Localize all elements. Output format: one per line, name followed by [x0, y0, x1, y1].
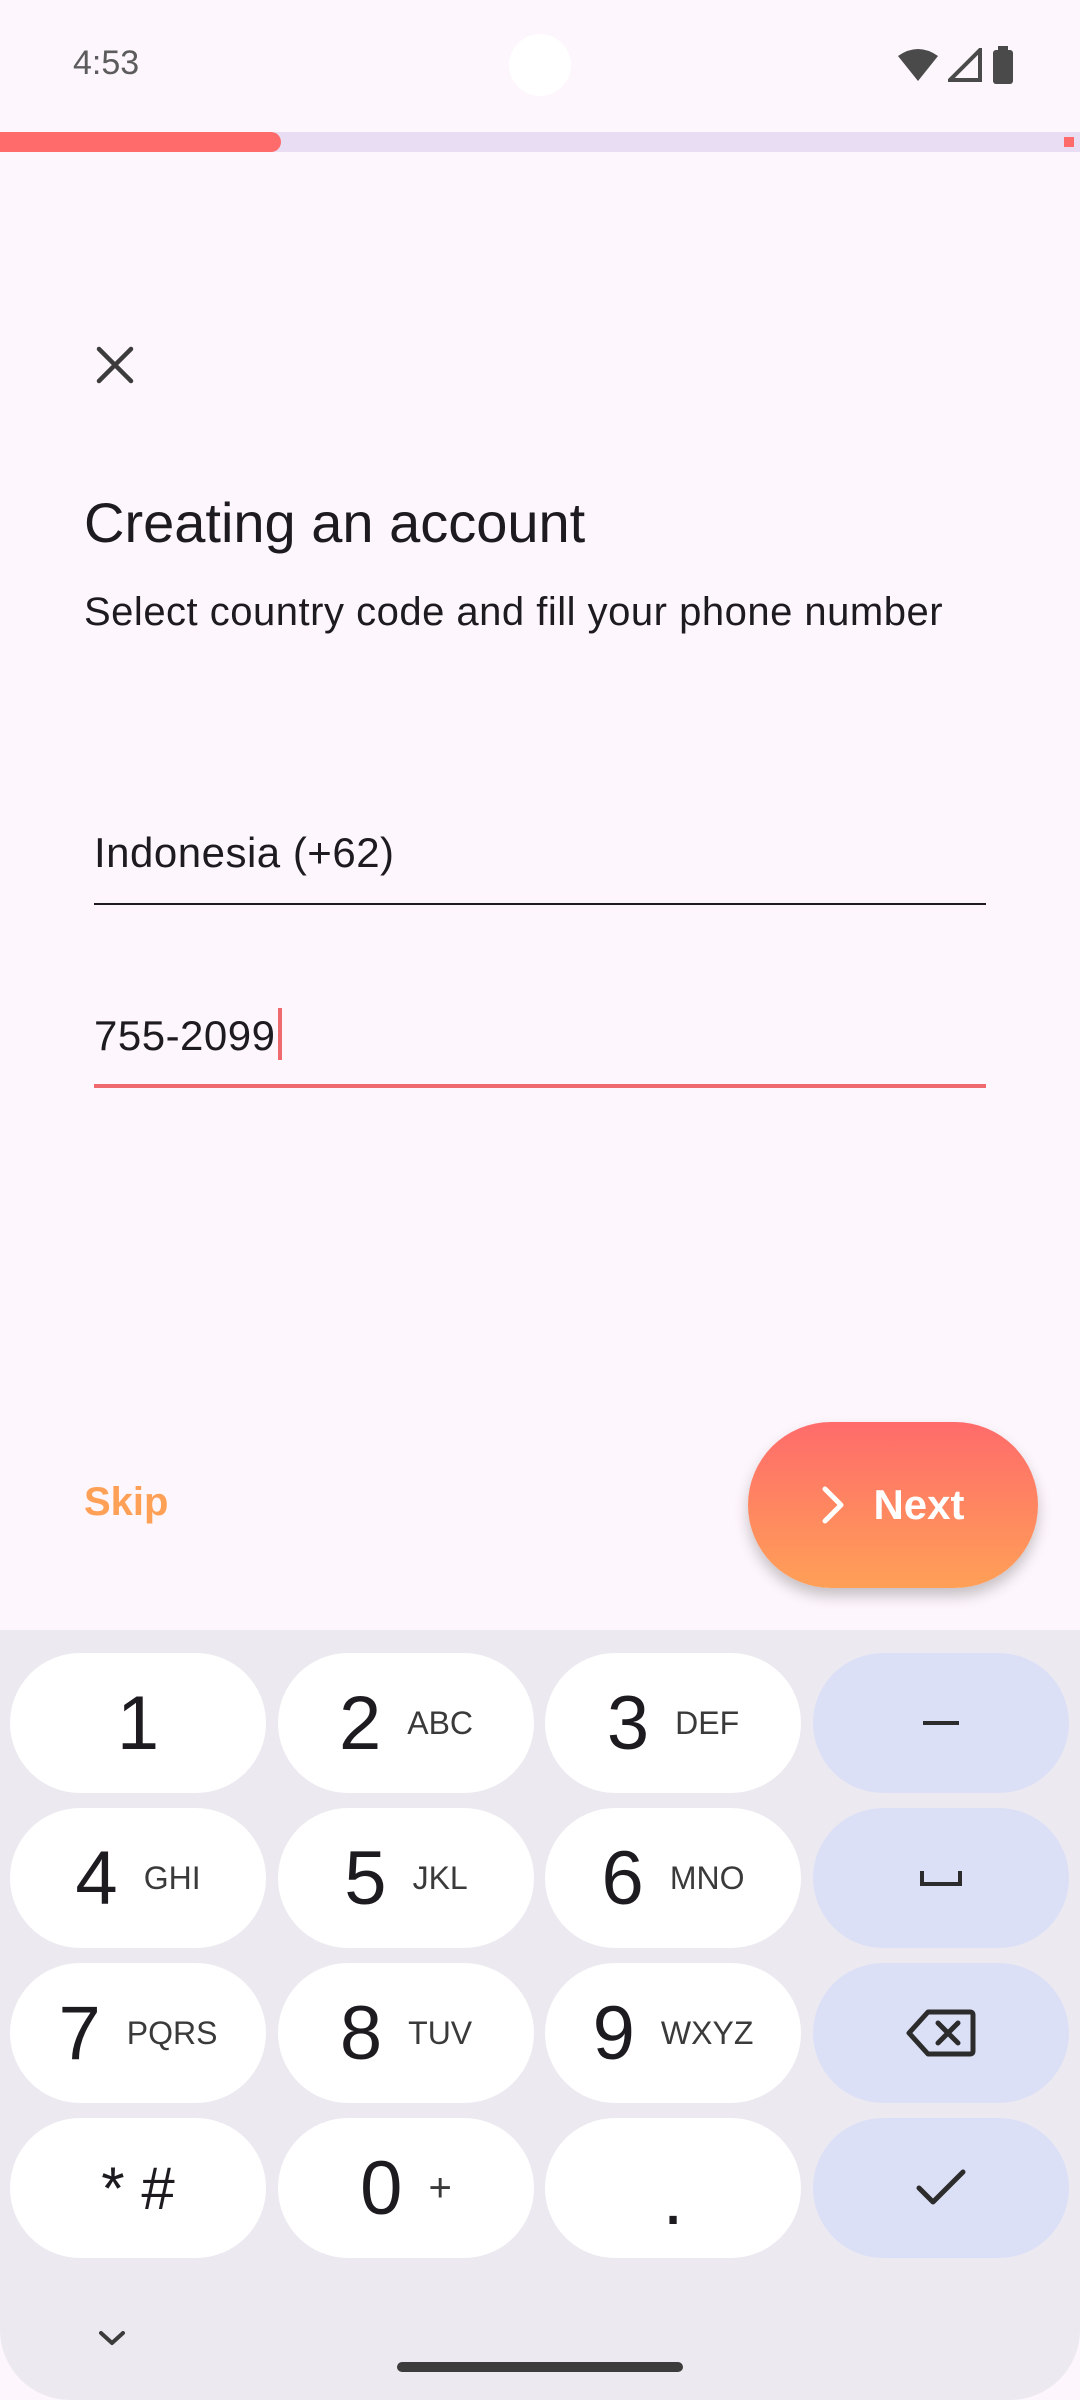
- country-code-field[interactable]: Indonesia (+62): [94, 815, 986, 905]
- key-backspace[interactable]: [813, 1963, 1069, 2103]
- battery-icon: [993, 46, 1013, 84]
- done-check-icon: [916, 2169, 966, 2205]
- key-0[interactable]: 0 +: [278, 2118, 534, 2258]
- key-letters: JKL: [412, 1859, 468, 1896]
- key-letters: WXYZ: [660, 2014, 754, 2051]
- chevron-right-icon: [822, 1486, 844, 1524]
- key-main: 5: [344, 1835, 387, 1921]
- next-button-label: Next: [873, 1481, 965, 1528]
- signup-progress-fill: [0, 132, 281, 152]
- key-letters: MNO: [669, 1859, 745, 1896]
- key-main: 1: [116, 1680, 160, 1766]
- key-main: 0: [360, 2145, 403, 2231]
- key-period[interactable]: .: [545, 2118, 801, 2258]
- key-9[interactable]: 9 WXYZ: [545, 1963, 801, 2103]
- key-letters: GHI: [143, 1859, 201, 1896]
- key-space[interactable]: [813, 1808, 1069, 1948]
- camera-cutout: [509, 34, 571, 96]
- key-letters: TUV: [408, 2014, 473, 2051]
- status-icons: [898, 46, 1014, 84]
- app-screen: 4:53 Creating an account Select country …: [0, 0, 1080, 2400]
- key-7[interactable]: 7 PQRS: [10, 1963, 266, 2103]
- skip-button[interactable]: Skip: [84, 1480, 168, 1525]
- text-cursor: [277, 1008, 282, 1060]
- key-main: 4: [75, 1835, 118, 1921]
- key-4[interactable]: 4 GHI: [10, 1808, 266, 1948]
- hide-keyboard-button[interactable]: [90, 2316, 134, 2360]
- key-2[interactable]: 2 ABC: [278, 1653, 534, 1793]
- signup-progress-track: [0, 132, 1080, 152]
- key-done[interactable]: [813, 2118, 1069, 2258]
- key-5[interactable]: 5 JKL: [278, 1808, 534, 1948]
- phone-field-underline: [94, 1084, 986, 1088]
- backspace-icon: [906, 2009, 976, 2057]
- key-main: 2: [338, 1680, 382, 1766]
- key-letters: PQRS: [126, 2014, 218, 2051]
- key-main: 9: [592, 1990, 635, 2076]
- status-time: 4:53: [73, 44, 140, 82]
- gesture-home-bar[interactable]: [397, 2362, 683, 2372]
- phone-number-value: 755-2099: [94, 1008, 282, 1060]
- page-title: Creating an account: [84, 491, 586, 554]
- key-3[interactable]: 3 DEF: [545, 1653, 801, 1793]
- key-8[interactable]: 8 TUV: [278, 1963, 534, 2103]
- next-button[interactable]: Next: [748, 1422, 1038, 1588]
- key-main: .: [662, 2155, 684, 2241]
- space-icon: [920, 1871, 962, 1886]
- wifi-icon: [898, 49, 938, 81]
- key-main: * #: [101, 2154, 175, 2222]
- key-main: 7: [58, 1990, 101, 2076]
- key-letters: ABC: [407, 1704, 474, 1741]
- page-subtitle: Select country code and fill your phone …: [84, 590, 944, 634]
- chevron-down-icon: [99, 2331, 125, 2345]
- key-1[interactable]: 1: [10, 1653, 266, 1793]
- progress-end-dot: [1064, 137, 1074, 147]
- close-button[interactable]: [82, 332, 148, 398]
- key-6[interactable]: 6 MNO: [545, 1808, 801, 1948]
- key-main: 8: [339, 1990, 383, 2076]
- close-icon: [96, 346, 134, 384]
- key-main: 3: [606, 1680, 650, 1766]
- phone-number-field[interactable]: 755-2099: [94, 998, 986, 1088]
- key-minus[interactable]: [813, 1653, 1069, 1793]
- key-star-hash[interactable]: * #: [10, 2118, 266, 2258]
- country-code-value: Indonesia (+62): [94, 829, 395, 876]
- country-field-underline: [94, 903, 986, 905]
- signal-icon: [948, 48, 982, 82]
- key-letters: DEF: [675, 1704, 740, 1741]
- key-main: 6: [601, 1835, 644, 1921]
- minus-icon: [923, 1721, 959, 1725]
- key-plus: +: [428, 2165, 452, 2210]
